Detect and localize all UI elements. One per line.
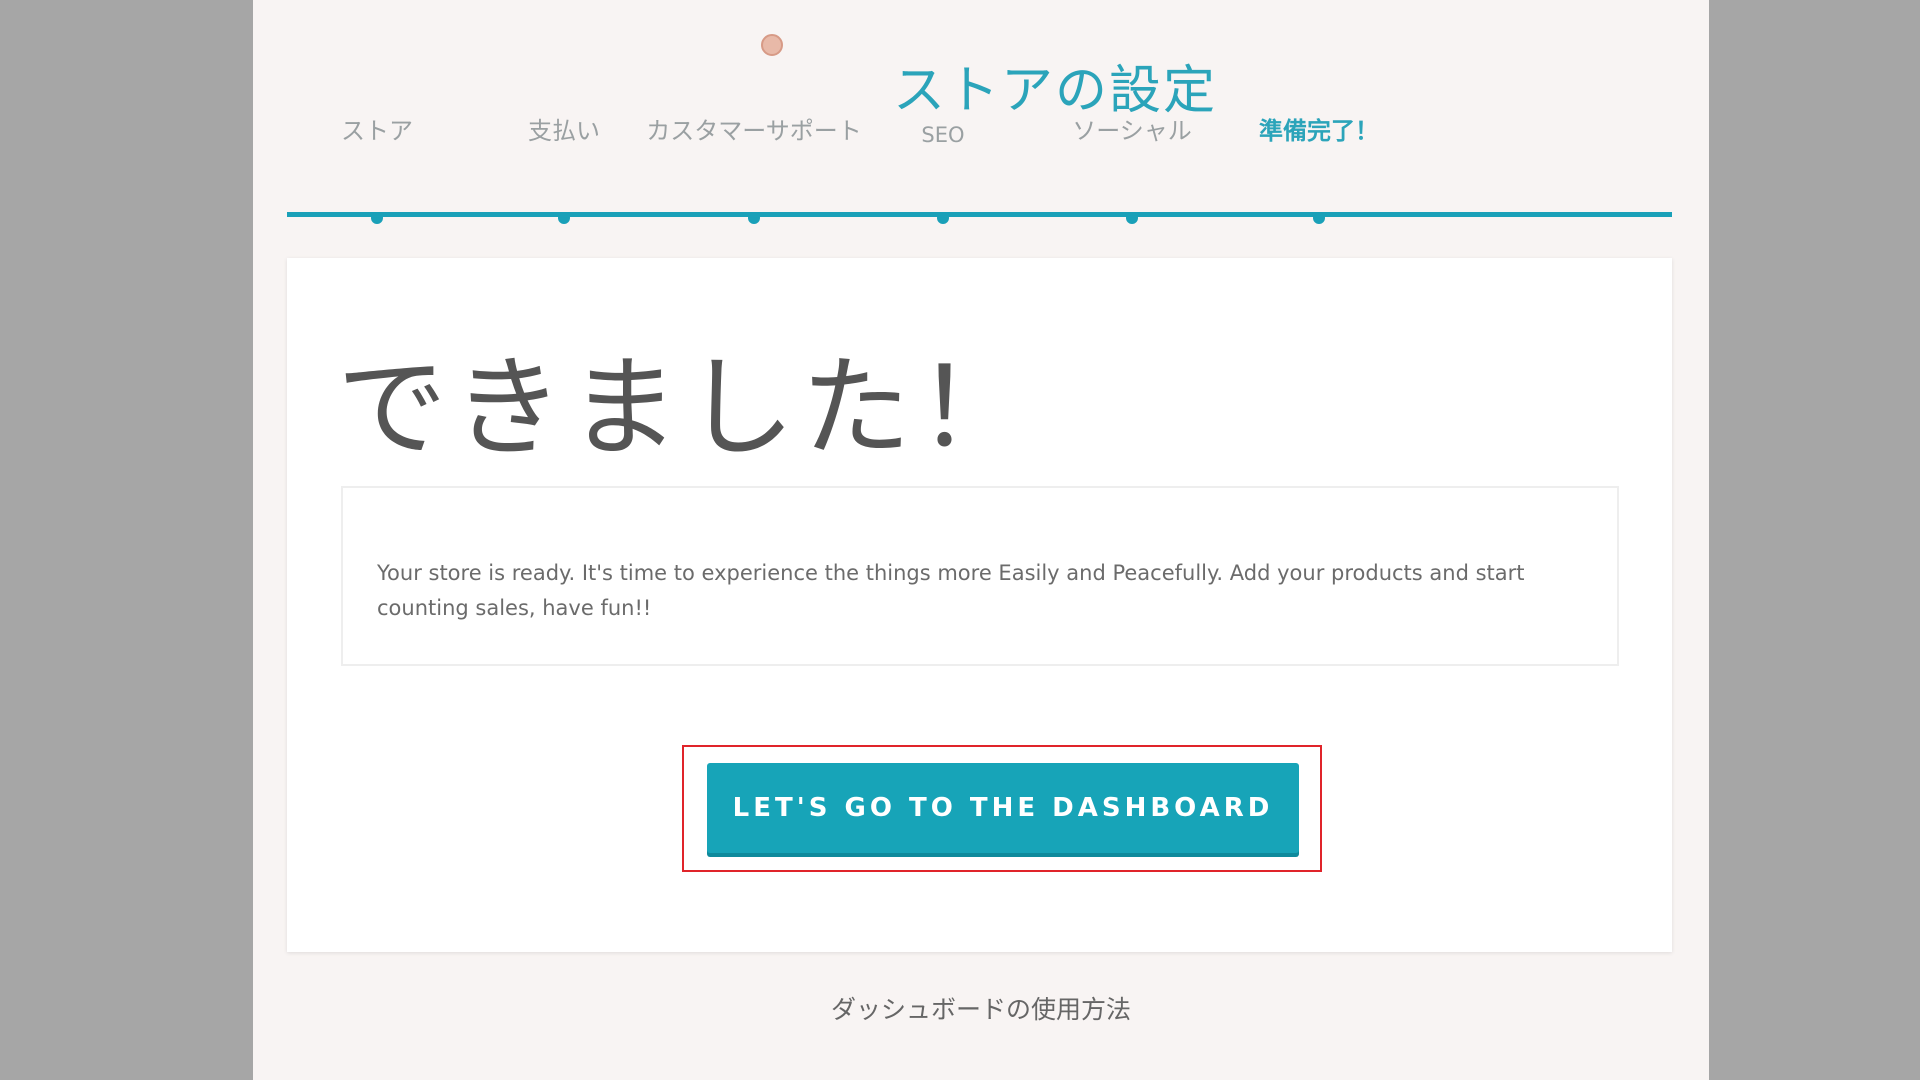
- logo-icon: [761, 34, 783, 56]
- step-dot: [1313, 212, 1325, 224]
- completion-headline: できました！: [337, 344, 1033, 472]
- step-social[interactable]: ソーシャル: [1072, 114, 1192, 148]
- step-dot: [1126, 212, 1138, 224]
- dashboard-help-link[interactable]: ダッシュボードの使用方法: [253, 990, 1709, 1026]
- step-dot: [371, 212, 383, 224]
- setup-steps: ストア 支払い カスタマーサポート SEO ソーシャル 準備完了！: [287, 110, 1672, 224]
- setup-page: ストアの設定 ストア 支払い カスタマーサポート SEO ソーシャル 準備完了！…: [253, 0, 1709, 1080]
- step-store[interactable]: ストア: [341, 114, 413, 148]
- completion-card: できました！ Your store is ready. It's time to…: [287, 258, 1672, 952]
- step-dot: [748, 212, 760, 224]
- store-logo: [761, 34, 789, 56]
- step-dot: [937, 212, 949, 224]
- progress-bar: [287, 212, 1672, 217]
- message-box: Your store is ready. It's time to experi…: [341, 486, 1619, 666]
- step-payment[interactable]: 支払い: [528, 114, 600, 148]
- step-customer-support[interactable]: カスタマーサポート: [639, 114, 869, 148]
- step-dot: [558, 212, 570, 224]
- completion-message: Your store is ready. It's time to experi…: [377, 561, 1525, 620]
- step-seo[interactable]: SEO: [921, 118, 964, 152]
- go-to-dashboard-button[interactable]: LET'S GO TO THE DASHBOARD: [707, 763, 1299, 853]
- step-ready[interactable]: 準備完了！: [1259, 114, 1379, 148]
